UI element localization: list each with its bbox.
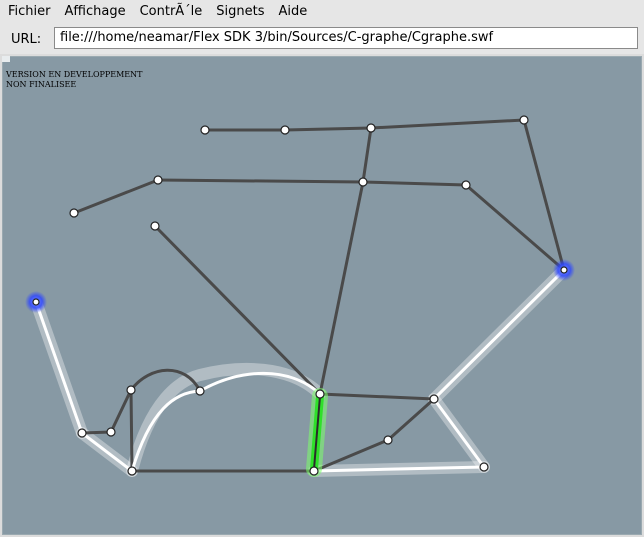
graph-node[interactable] [358,177,368,187]
graph-edge[interactable] [318,180,365,396]
graph-node[interactable] [126,385,136,395]
graph-node[interactable] [195,386,205,396]
graph-node[interactable] [106,427,116,437]
start-node[interactable] [32,298,40,306]
graph-edge[interactable] [369,118,526,130]
graph-edge[interactable] [361,180,468,187]
path-edge[interactable] [432,268,566,401]
path-glow-layer [30,264,570,477]
path-edge[interactable] [80,431,134,473]
graph-node[interactable] [315,389,325,399]
graph-node[interactable] [366,123,376,133]
graph-edge[interactable] [522,118,566,272]
graph-node[interactable] [150,221,160,231]
graph-node[interactable] [280,125,290,135]
nodes-layer [32,115,568,476]
path-edge[interactable] [130,371,322,473]
graph-edge[interactable] [361,126,373,184]
end-node[interactable] [560,266,568,274]
graph-node[interactable] [519,115,529,125]
graph-edge[interactable] [318,392,436,401]
graph-edge[interactable] [129,388,134,473]
graph-node[interactable] [127,466,137,476]
graph-node[interactable] [153,175,163,185]
selected-edge-layer [306,388,328,477]
graph-node[interactable] [383,435,393,445]
graph-node[interactable] [461,180,471,190]
graph-canvas[interactable] [0,0,644,537]
graph-edge[interactable] [109,388,133,434]
path-edge[interactable] [432,397,486,469]
graph-edge[interactable] [156,178,365,184]
graph-edge[interactable] [464,183,566,272]
path-edge[interactable] [34,300,84,435]
graph-node[interactable] [69,208,79,218]
path-edge-glow [126,363,326,477]
graph-edge[interactable] [386,397,436,442]
graph-node[interactable] [200,125,210,135]
graph-node[interactable] [429,394,439,404]
endpoints-layer [25,259,575,313]
graph-node[interactable] [77,428,87,438]
graph-edge[interactable] [72,178,160,215]
graph-node[interactable] [309,466,319,476]
graph-node[interactable] [479,462,489,472]
graph-edge[interactable] [283,126,373,132]
path-layer [34,268,566,473]
